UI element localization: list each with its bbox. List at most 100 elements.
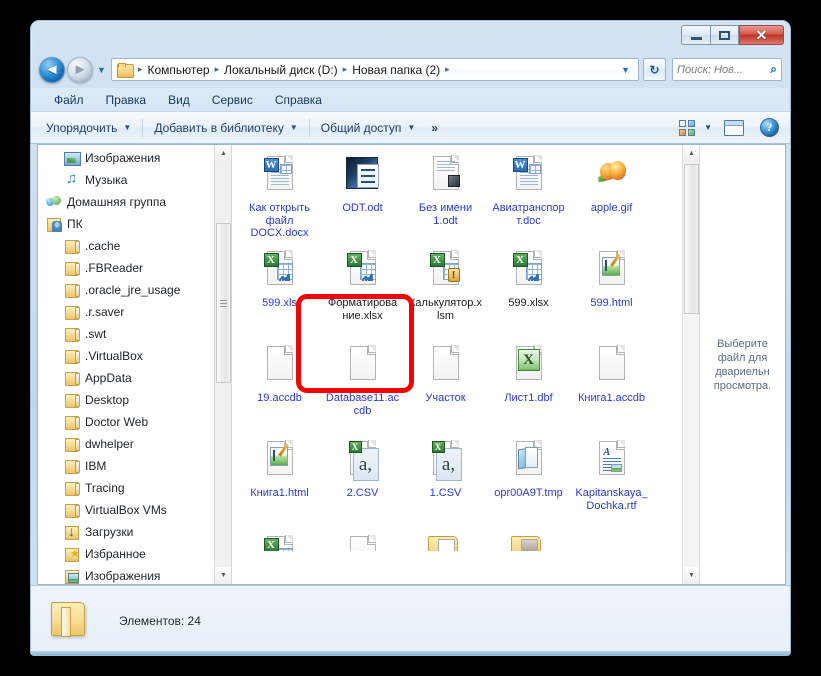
file-item-19-accdb[interactable]: 19.accdb [238, 341, 321, 436]
file-item-database11[interactable]: Database11.accdb [321, 341, 404, 436]
nav-item-homegroup[interactable]: Домашняя группа [38, 191, 231, 213]
preview-line-3: двариельн [715, 365, 770, 378]
file-item-kniga1-html[interactable]: Книга1.html [238, 436, 321, 531]
file-item-599-xlsx[interactable]: X 599.xlsx [487, 246, 570, 341]
organize-button[interactable]: Упорядочить ▼ [38, 117, 139, 139]
breadcrumb-item-local-disk[interactable]: Локальный диск (D:) [221, 62, 341, 78]
excel-xlsx-icon: X [345, 250, 381, 294]
address-bar[interactable]: ▸ Компьютер ▸ Локальный диск (D:) ▸ Нова… [110, 58, 639, 81]
nav-item-cache[interactable]: .cache [38, 235, 231, 257]
blank-page-icon [428, 345, 464, 389]
file-item-bez-imeni[interactable]: Без имени 1.odt [404, 151, 487, 246]
file-label: 19.accdb [257, 392, 302, 404]
file-item-odt[interactable]: ODT.odt [321, 151, 404, 246]
navigation-pane: Изображения Музыка Домашняя группа ПК [38, 145, 231, 584]
nav-item-favorites[interactable]: Избранное [38, 543, 231, 565]
search-box[interactable]: Поиск: Нов... ⌕ [672, 58, 782, 81]
views-icon[interactable] [679, 119, 696, 136]
file-pane-scrollbar[interactable]: ▲ ▼ [682, 145, 699, 584]
help-icon[interactable]: ? [760, 118, 779, 137]
file-item-partial-blank[interactable] [321, 531, 404, 551]
file-label: ODT.odt [342, 202, 383, 214]
refresh-button[interactable]: ↻ [643, 58, 666, 81]
file-item-2-csv[interactable]: a, X 2.CSV [321, 436, 404, 531]
nav-item-pictures[interactable]: Изображения [38, 565, 231, 584]
scroll-up-icon[interactable]: ▲ [683, 145, 699, 162]
nav-item-pictures-library[interactable]: Изображения [38, 147, 231, 169]
nav-item-label: Tracing [85, 481, 125, 495]
file-item-partial-xls[interactable]: X [238, 531, 321, 551]
file-item-formatirovanie[interactable]: X Форматирование.xlsx [321, 246, 404, 341]
file-item-tmp[interactable]: opr00A9T.tmp [487, 436, 570, 531]
nav-item-appdata[interactable]: AppData [38, 367, 231, 389]
scrollbar-thumb[interactable] [684, 164, 699, 314]
nav-item-downloads[interactable]: Загрузки [38, 521, 231, 543]
nav-item-label: Музыка [85, 173, 128, 187]
warning-icon: ! [447, 268, 460, 282]
file-item-599-xls[interactable]: X 599.xls [238, 246, 321, 341]
navigation-pane-scrollbar[interactable]: ▲ ▼ [214, 145, 231, 584]
nav-item-swt[interactable]: .swt [38, 323, 231, 345]
html-icon [262, 440, 298, 484]
close-button[interactable]: ✕ [739, 25, 784, 45]
file-item-aviatransport[interactable]: W Авиатранспорт.doc [487, 151, 570, 246]
file-item-599-html[interactable]: 599.html [570, 246, 653, 341]
nav-item-r-saver[interactable]: .r.saver [38, 301, 231, 323]
file-item-rtf[interactable]: A Kapitanskaya_Dochka.rtf [570, 436, 653, 531]
file-item-list1-dbf[interactable]: X Лист1.dbf [487, 341, 570, 436]
history-dropdown-icon[interactable]: ▼ [97, 65, 106, 75]
nav-item-oracle-jre-usage[interactable]: .oracle_jre_usage [38, 279, 231, 301]
overflow-button[interactable]: » [423, 117, 446, 139]
picture-icon [64, 150, 81, 166]
back-button[interactable]: ◄ [39, 56, 65, 83]
breadcrumb-item-new-folder[interactable]: Новая папка (2) [349, 62, 443, 78]
nav-item-dwhelper[interactable]: dwhelper [38, 433, 231, 455]
menu-item-file[interactable]: Файл [43, 91, 95, 109]
search-input[interactable]: Поиск: Нов... [677, 64, 770, 76]
nav-item-doctor-web[interactable]: Doctor Web [38, 411, 231, 433]
add-to-library-button[interactable]: Добавить в библиотеку ▼ [146, 117, 305, 139]
odt-writer-icon [343, 155, 383, 199]
file-item-1-csv[interactable]: a, X 1.CSV [404, 436, 487, 531]
navigation-tree: Изображения Музыка Домашняя группа ПК [38, 145, 231, 584]
file-item-docx[interactable]: W Как открыть файл DOCX.docx [238, 151, 321, 246]
menu-item-help[interactable]: Справка [264, 91, 333, 109]
nav-item-fbreader[interactable]: .FBReader [38, 257, 231, 279]
folder-icon [64, 436, 80, 452]
file-item-uchastok[interactable]: Участок [404, 341, 487, 436]
scroll-down-icon[interactable]: ▼ [683, 567, 699, 584]
views-chevron-down-icon[interactable]: ▼ [704, 123, 712, 132]
scrollbar-thumb[interactable] [216, 223, 231, 383]
file-label: 1.CSV [429, 487, 462, 499]
menu-item-view[interactable]: Вид [157, 91, 201, 109]
nav-item-music[interactable]: Музыка [38, 169, 231, 191]
file-label: Книга1.accdb [577, 392, 646, 404]
scroll-down-icon[interactable]: ▼ [215, 567, 231, 584]
share-button[interactable]: Общий доступ ▼ [313, 117, 424, 139]
nav-item-label: .oracle_jre_usage [85, 283, 181, 297]
chevron-down-icon[interactable]: ▼ [616, 65, 635, 75]
file-label: 599.xls [262, 297, 297, 309]
menu-item-edit[interactable]: Правка [95, 91, 158, 109]
file-label: Форматирование.xlsx [327, 297, 398, 322]
folder-icon [47, 599, 91, 643]
file-item-partial-folder-doc[interactable] [404, 531, 487, 551]
file-item-kalkulyator[interactable]: X ! Калькулятор.xlsm [404, 246, 487, 341]
breadcrumb-item-computer[interactable]: Компьютер [144, 62, 212, 78]
maximize-button[interactable] [710, 25, 739, 45]
nav-item-virtualbox[interactable]: .VirtualBox [38, 345, 231, 367]
file-item-kniga1-accdb[interactable]: Книга1.accdb [570, 341, 653, 436]
nav-item-ibm[interactable]: IBM [38, 455, 231, 477]
file-item-apple-gif[interactable]: apple.gif [570, 151, 653, 246]
nav-item-pc[interactable]: ПК [38, 213, 231, 235]
minimize-button[interactable] [681, 25, 710, 45]
nav-item-virtualbox-vms[interactable]: VirtualBox VMs [38, 499, 231, 521]
menu-item-tools[interactable]: Сервис [201, 91, 264, 109]
html-icon [594, 250, 630, 294]
scroll-up-icon[interactable]: ▲ [215, 145, 231, 162]
nav-item-tracing[interactable]: Tracing [38, 477, 231, 499]
file-item-partial-folder-image[interactable] [487, 531, 570, 551]
preview-pane-icon[interactable] [724, 119, 744, 136]
forward-button[interactable]: ► [67, 56, 93, 83]
nav-item-desktop[interactable]: Desktop [38, 389, 231, 411]
